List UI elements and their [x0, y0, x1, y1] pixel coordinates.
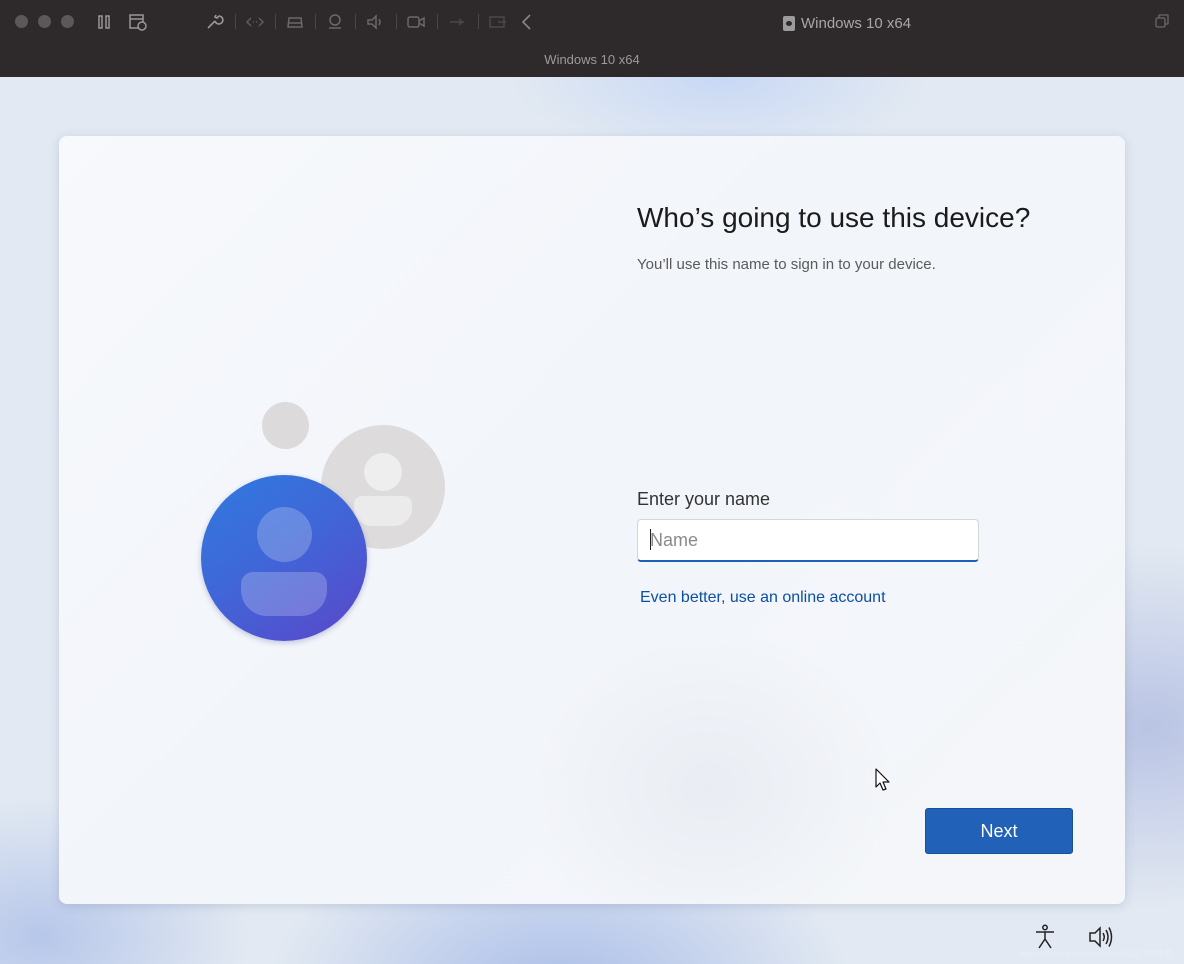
video-icon[interactable] [406, 12, 426, 32]
toolbar-separator [355, 14, 356, 29]
zoom-window-button[interactable] [61, 15, 74, 28]
user-body-shape [354, 496, 412, 526]
close-window-button[interactable] [15, 15, 28, 28]
drive-icon[interactable] [285, 12, 305, 32]
volume-icon[interactable] [1088, 925, 1114, 949]
vm-subtitle: Windows 10 x64 [544, 52, 640, 67]
vm-title-bar: Windows 10 x64 Windows 10 x64 [0, 0, 1184, 77]
vm-document-icon [783, 15, 795, 31]
toolbar-separator [315, 14, 316, 29]
name-field-label: Enter your name [637, 489, 771, 509]
text-caret [650, 529, 651, 550]
camera-icon[interactable] [325, 12, 345, 32]
user-head-shape [364, 453, 402, 491]
page-subtitle: You’ll use this name to sign in to your … [637, 256, 936, 273]
primary-user-icon [201, 475, 367, 641]
usb-icon[interactable] [447, 12, 467, 32]
user-body-shape [241, 572, 327, 616]
minimize-window-button[interactable] [38, 15, 51, 28]
window-title: Windows 10 x64 [783, 13, 911, 33]
wrench-icon[interactable] [204, 12, 224, 32]
watermark-text: https://blog.csdn.net/win@51CTO博客 [1020, 949, 1173, 959]
code-icon[interactable] [245, 12, 265, 32]
toolbar-separator [275, 14, 276, 29]
toolbar-separator [478, 14, 479, 29]
online-account-link[interactable]: Even better, use an online account [640, 589, 886, 607]
pause-icon[interactable] [94, 12, 114, 32]
small-avatar-circle [262, 402, 309, 449]
name-input[interactable] [637, 519, 979, 562]
user-head-shape [257, 507, 312, 562]
page-title: Who’s going to use this device? [637, 202, 1031, 233]
toolbar-separator [437, 14, 438, 29]
window-restore-icon[interactable] [1155, 14, 1169, 28]
share-icon[interactable] [488, 12, 508, 32]
next-button[interactable]: Next [925, 808, 1073, 854]
back-chevron-icon[interactable] [517, 12, 537, 32]
mouse-pointer-icon [874, 768, 892, 794]
toolbar-separator [396, 14, 397, 29]
toolbar-separator [235, 14, 236, 29]
window-title-text: Windows 10 x64 [801, 14, 912, 32]
speaker-icon[interactable] [365, 12, 385, 32]
snapshot-icon[interactable] [128, 12, 148, 32]
